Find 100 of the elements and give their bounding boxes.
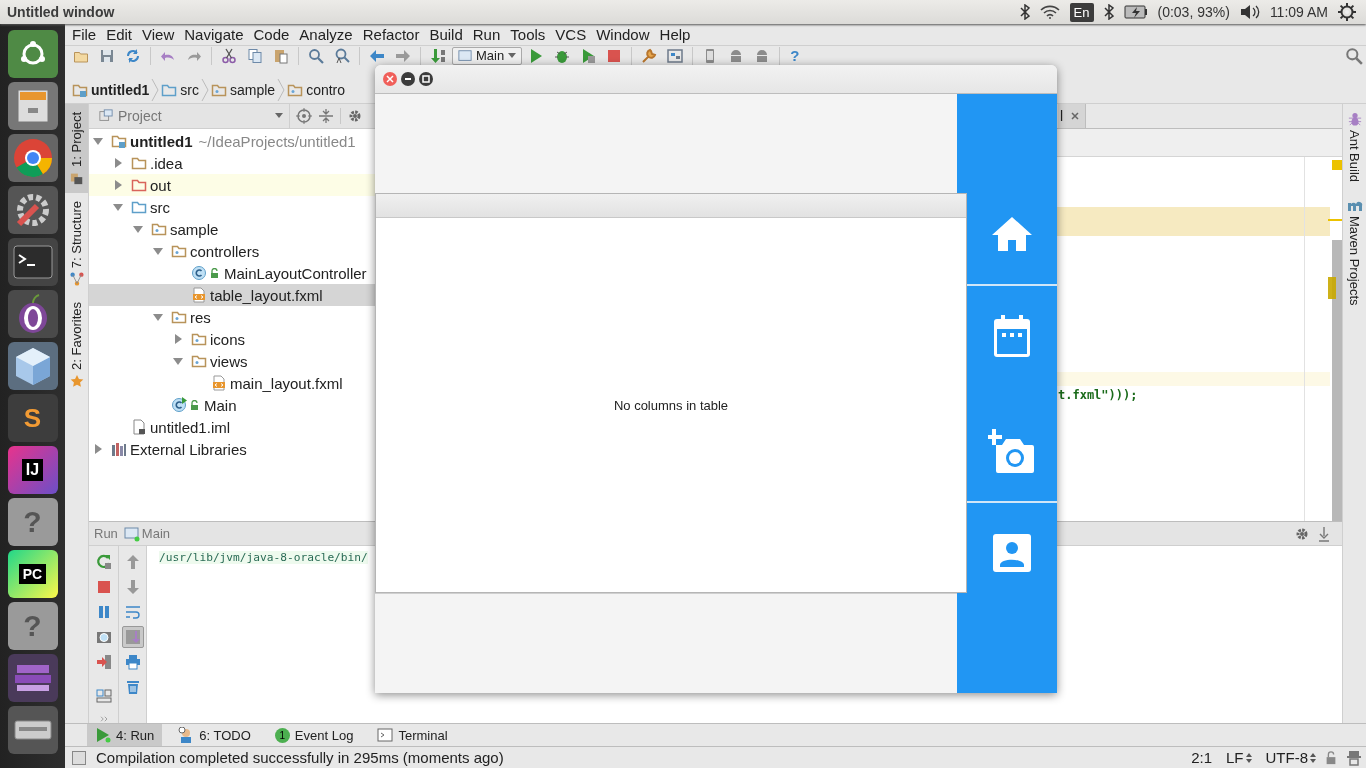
expand-arrow-icon[interactable] [93, 136, 103, 146]
breadcrumb[interactable]: sample [210, 79, 277, 101]
menu-item[interactable]: Code [248, 26, 295, 43]
menu-item[interactable]: Edit [101, 26, 138, 43]
fxml-file-icon [211, 375, 227, 391]
stack-icon[interactable] [7, 654, 58, 702]
caret-icon [508, 52, 517, 59]
run-tab[interactable]: Main [123, 525, 171, 542]
print-icon [124, 654, 141, 670]
folder-icon [131, 199, 147, 215]
power-gear-icon[interactable] [1338, 3, 1356, 21]
app-launcher-button[interactable]: S [7, 394, 58, 442]
camera-icon [95, 629, 112, 645]
tool-window-tab[interactable]: 2: Favorites [65, 294, 88, 397]
close-icon[interactable] [1071, 112, 1080, 120]
menu-item[interactable]: Run [467, 26, 506, 43]
app-launcher-button[interactable]: IJ [7, 446, 58, 494]
menu-item[interactable]: Refactor [357, 26, 425, 43]
tree-item[interactable]: src [89, 196, 376, 218]
wifi-icon[interactable] [1039, 5, 1060, 19]
terminal-icon[interactable] [7, 238, 58, 286]
tree-item[interactable]: .idea [89, 152, 376, 174]
collapse-arrow-icon[interactable] [93, 444, 103, 454]
menu-item[interactable]: Navigate [179, 26, 249, 43]
breadcrumb[interactable]: contro [286, 79, 347, 101]
warning-marker [1332, 160, 1342, 170]
caret-position[interactable]: 2:1 [1191, 749, 1212, 766]
tree-item[interactable]: sample [89, 218, 376, 240]
browser-icon[interactable] [7, 134, 58, 182]
tree-item[interactable]: res [89, 306, 376, 328]
tool-windows-toggle[interactable] [72, 750, 86, 765]
maximize-button[interactable] [419, 72, 433, 86]
tree-item[interactable]: controllers [89, 240, 376, 262]
tree-item[interactable]: table_layout.fxml [89, 284, 376, 306]
project-view-dropdown[interactable]: Project [89, 104, 290, 128]
menu-item[interactable]: View [137, 26, 180, 43]
cube-icon[interactable] [7, 342, 58, 390]
expand-arrow-icon[interactable] [153, 312, 163, 322]
tree-item[interactable]: Main [89, 394, 376, 416]
tree-item[interactable]: External Libraries [89, 438, 376, 460]
drive-icon[interactable] [7, 706, 58, 754]
collapse-arrow-icon[interactable] [113, 180, 123, 190]
breadcrumb[interactable]: untitled1 [71, 79, 151, 101]
run-config-dropdown[interactable]: Main [452, 46, 523, 65]
file-cabinet-icon[interactable] [7, 82, 58, 130]
menu-item[interactable]: File [67, 26, 102, 43]
volume-icon[interactable] [1239, 4, 1260, 20]
menu-item[interactable]: Build [424, 26, 468, 43]
expand-arrow-icon[interactable] [113, 202, 123, 212]
tool-window-tab[interactable]: 7: Structure [65, 192, 88, 295]
tool-window-tab[interactable]: 4: Run [87, 724, 163, 746]
tool-window-tab[interactable]: 1 Event Log [266, 724, 362, 746]
wrench-icon[interactable] [7, 186, 58, 234]
expand-arrow-icon[interactable] [133, 224, 143, 234]
project-view-icon [99, 109, 113, 123]
bluetooth-icon[interactable] [1019, 4, 1030, 20]
window-icon [123, 525, 140, 542]
package-folder-icon [191, 331, 207, 347]
keyboard-layout-indicator[interactable]: En [1069, 2, 1094, 22]
battery-icon[interactable] [1123, 5, 1148, 19]
app-launcher-button[interactable]: PC [7, 550, 58, 598]
ubuntu-logo-icon[interactable] [7, 30, 58, 78]
onion-icon[interactable] [7, 290, 58, 338]
encoding-selector[interactable]: UTF-8 [1265, 749, 1316, 766]
minimize-button[interactable] [401, 72, 415, 86]
tool-window-tab[interactable]: 1: Project [65, 104, 88, 193]
bluetooth-icon[interactable] [1103, 4, 1114, 20]
menu-item[interactable]: Tools [505, 26, 551, 43]
menu-item[interactable]: Help [654, 26, 696, 43]
collapse-arrow-icon[interactable] [113, 158, 123, 168]
breadcrumb[interactable]: src [160, 79, 200, 101]
tool-window-tab[interactable]: Terminal [369, 724, 456, 746]
menu-item[interactable]: Analyze [294, 26, 358, 43]
layout-icon [95, 688, 112, 704]
tree-item[interactable]: MainLayoutController [89, 262, 376, 284]
indicator-text[interactable]: (0:03, 93%) [1157, 4, 1230, 20]
build-icon [430, 47, 446, 64]
lock-icon [190, 400, 199, 410]
tree-item[interactable]: out [89, 174, 376, 196]
indicator-text[interactable]: 11:09 AM [1269, 4, 1328, 20]
line-separator-selector[interactable]: LF [1226, 749, 1252, 766]
editor-tab[interactable]: l [1058, 104, 1087, 128]
expand-arrow-icon[interactable] [153, 246, 163, 256]
menu-item[interactable]: VCS [550, 26, 592, 43]
tree-item[interactable]: icons [89, 328, 376, 350]
tree-item[interactable]: untitled1.iml [89, 416, 376, 438]
tool-window-tab[interactable]: Maven Projects [1343, 190, 1366, 314]
trash-icon [124, 679, 141, 695]
collapse-arrow-icon[interactable] [173, 334, 183, 344]
tree-item[interactable]: untitled1 ~/IdeaProjects/untitled1 [89, 130, 376, 152]
tree-item[interactable]: main_layout.fxml [89, 372, 376, 394]
tool-window-tab[interactable]: 6: TODO [170, 724, 259, 746]
expand-arrow-icon[interactable] [173, 356, 183, 366]
window-title: Untitled window [6, 4, 115, 20]
rerun-icon [95, 554, 112, 570]
stop-icon [606, 47, 623, 64]
scroll-to-end-toggle[interactable] [121, 626, 144, 648]
tree-item[interactable]: views [89, 350, 376, 372]
menu-item[interactable]: Window [591, 26, 655, 43]
tool-window-tab[interactable]: Ant Build [1343, 104, 1366, 191]
